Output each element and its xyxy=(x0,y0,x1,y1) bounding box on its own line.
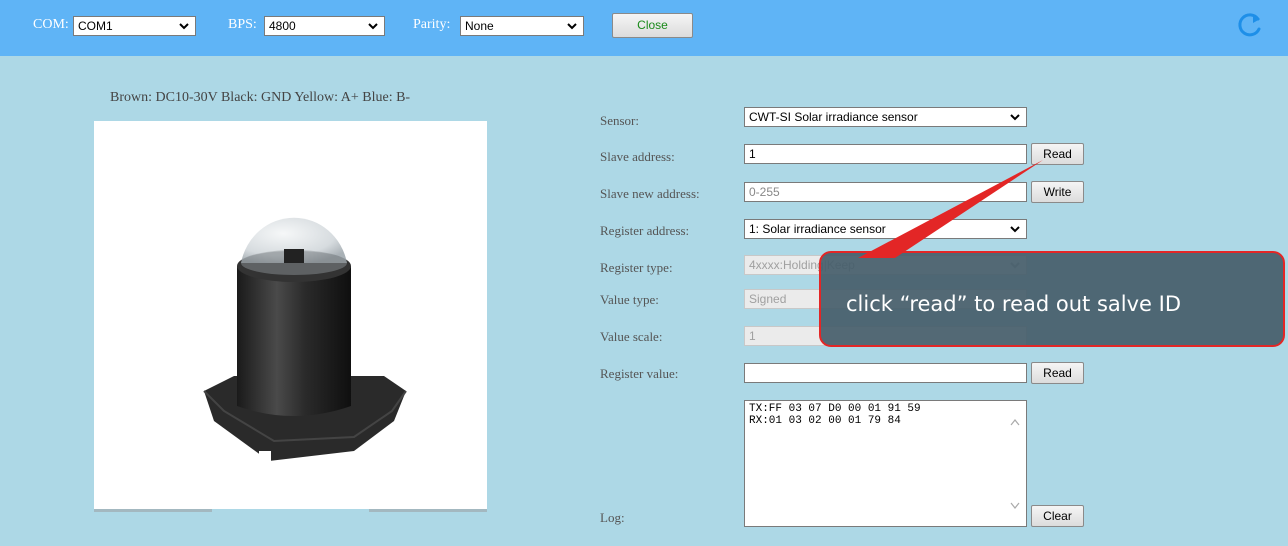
sensor-photo xyxy=(94,121,487,509)
register-address-select[interactable]: 1: Solar irradiance sensor xyxy=(744,219,1027,239)
bps-select[interactable]: 4800 xyxy=(264,16,385,36)
chevron-down-icon xyxy=(368,23,378,30)
value-scale-label: Value scale: xyxy=(600,329,663,344)
bps-select-value: 4800 xyxy=(269,19,296,33)
log-textarea[interactable]: TX:FF 03 07 D0 00 01 91 59 RX:01 03 02 0… xyxy=(744,400,1027,527)
register-value-input[interactable] xyxy=(744,363,1027,383)
com-label: COM: xyxy=(33,17,69,32)
sensor-label: Sensor: xyxy=(600,113,639,128)
register-address-label: Register address: xyxy=(600,223,690,238)
com-select-value: COM1 xyxy=(78,19,113,33)
sensor-select[interactable]: CWT-SI Solar irradiance sensor xyxy=(744,107,1027,127)
bps-label: BPS: xyxy=(228,17,257,32)
read-register-button[interactable]: Read xyxy=(1031,362,1084,384)
scroll-down-icon[interactable] xyxy=(1010,502,1020,510)
register-value-label: Register value: xyxy=(600,366,679,381)
refresh-icon[interactable] xyxy=(1234,10,1264,40)
log-label: Log: xyxy=(600,510,625,525)
solar-sensor-image xyxy=(203,217,407,463)
parity-select-value: None xyxy=(465,19,494,33)
slave-address-label: Slave address: xyxy=(600,149,675,164)
chevron-down-icon xyxy=(567,23,577,30)
toolbar: COM: COM1 BPS: 4800 Parity: None Close xyxy=(0,0,1288,56)
com-select[interactable]: COM1 xyxy=(73,16,196,36)
sensor-select-value: CWT-SI Solar irradiance sensor xyxy=(749,110,918,124)
read-slave-button[interactable]: Read xyxy=(1031,143,1084,165)
register-address-value: 1: Solar irradiance sensor xyxy=(749,222,886,236)
slave-address-input[interactable]: 1 xyxy=(744,144,1027,164)
wiring-info: Brown: DC10-30V Black: GND Yellow: A+ Bl… xyxy=(110,90,411,105)
clear-log-button[interactable]: Clear xyxy=(1031,505,1084,527)
annotation-callout-text: click “read” to read out salve ID xyxy=(846,292,1181,316)
chevron-down-icon xyxy=(179,23,189,30)
photo-divider xyxy=(94,509,487,512)
write-button[interactable]: Write xyxy=(1031,181,1084,203)
chevron-down-icon xyxy=(1010,226,1020,233)
new-address-label: Slave new address: xyxy=(600,186,700,201)
value-type-label: Value type: xyxy=(600,292,659,307)
chevron-down-icon xyxy=(1010,114,1020,121)
register-type-label: Register type: xyxy=(600,260,673,275)
close-button[interactable]: Close xyxy=(612,13,693,38)
new-address-input[interactable]: 0-255 xyxy=(744,182,1027,202)
scroll-up-icon[interactable] xyxy=(1010,418,1020,426)
parity-label: Parity: xyxy=(413,17,451,32)
value-type-value: Signed xyxy=(749,292,787,306)
parity-select[interactable]: None xyxy=(460,16,584,36)
